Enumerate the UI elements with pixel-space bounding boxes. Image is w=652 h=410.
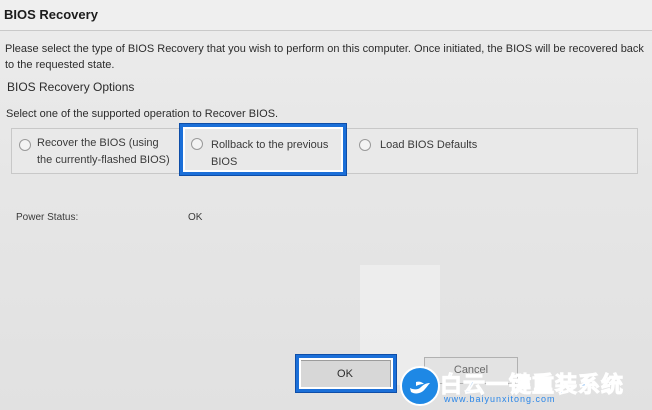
rollback-highlight-frame [180, 124, 346, 175]
radio-load-defaults[interactable] [359, 139, 371, 151]
bird-icon [400, 366, 440, 406]
radio-recover-bios[interactable] [19, 139, 31, 151]
options-heading: BIOS Recovery Options [7, 80, 135, 94]
watermark: 白云一键重装系统 www.baiyunxitong.com [400, 366, 646, 406]
watermark-url: www.baiyunxitong.com [444, 394, 556, 404]
option-recover-bios[interactable]: Recover the BIOS (using the currently-fl… [37, 135, 177, 169]
window-title: BIOS Recovery [4, 7, 98, 22]
title-bar: BIOS Recovery [0, 0, 652, 31]
power-status-label: Power Status: [16, 212, 79, 223]
option-recover-bios-line1: Recover the BIOS (using [37, 137, 159, 149]
option-load-defaults-line1: Load BIOS Defaults [380, 139, 478, 151]
ok-highlight-frame [296, 355, 396, 392]
option-recover-bios-line2: the currently-flashed BIOS) [37, 154, 170, 166]
options-instruction: Select one of the supported operation to… [6, 108, 279, 120]
option-load-defaults[interactable]: Load BIOS Defaults [380, 137, 477, 154]
power-status-value: OK [188, 212, 203, 223]
description-text: Please select the type of BIOS Recovery … [5, 43, 644, 71]
